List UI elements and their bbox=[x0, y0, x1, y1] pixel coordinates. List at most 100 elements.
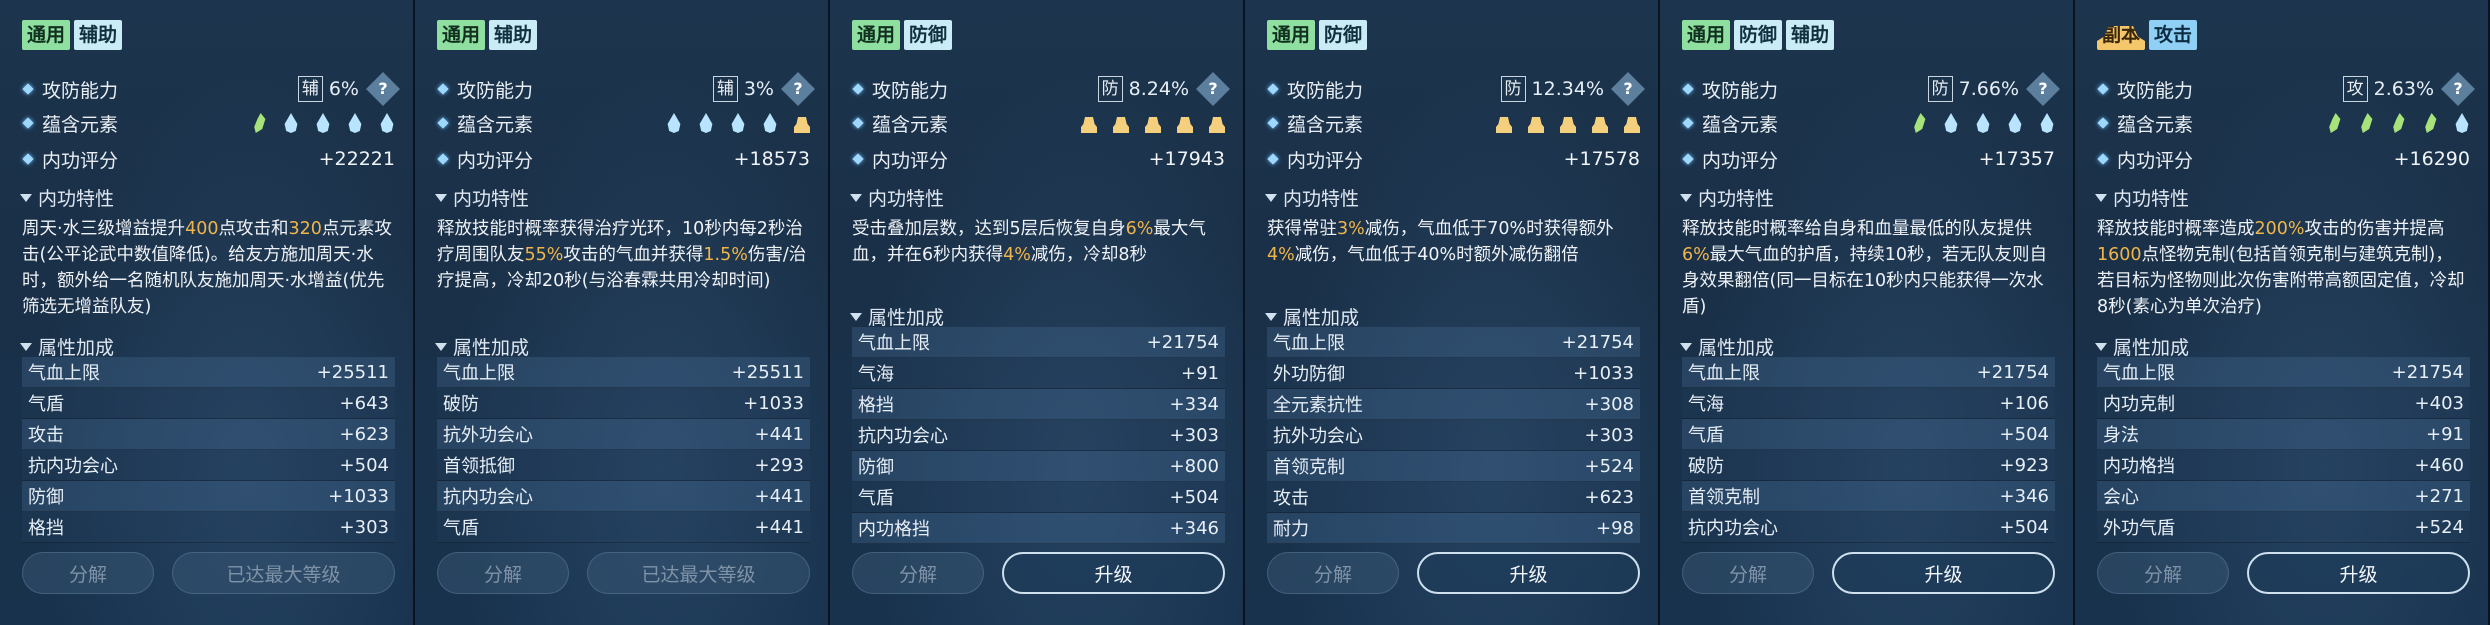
help-icon[interactable]: ? bbox=[2441, 72, 2475, 106]
attribute-name: 首领抵御 bbox=[443, 456, 515, 477]
traits-header[interactable]: 内功特性 bbox=[1676, 184, 1774, 211]
attribute-list: 气血上限 +21754 气海 +106 气盾 +504 破防 +923 首领克制 +346 抗内功会… bbox=[1682, 357, 2055, 543]
attribute-value: +623 bbox=[339, 423, 389, 445]
attack-defense-label-text: 攻防能力 bbox=[872, 79, 949, 102]
attribute-name: 破防 bbox=[443, 394, 479, 415]
attribute-row: 抗外功会心 +441 bbox=[437, 419, 810, 450]
traits-header[interactable]: 内功特性 bbox=[2091, 184, 2189, 211]
attribute-name: 气盾 bbox=[28, 394, 64, 415]
collapse-arrow-icon bbox=[1265, 193, 1277, 202]
upgrade-button[interactable]: 升级 bbox=[1002, 552, 1225, 594]
action-buttons: 分解 升级 bbox=[852, 552, 1225, 594]
attr-bonus-header[interactable]: 属性加成 bbox=[1261, 303, 1359, 330]
attribute-value: +504 bbox=[339, 454, 389, 476]
attribute-value: +25511 bbox=[731, 361, 804, 383]
help-icon[interactable]: ? bbox=[1611, 72, 1645, 106]
attr-bonus-header-text: 属性加成 bbox=[1698, 337, 1775, 359]
split-button[interactable]: 分解 bbox=[1682, 552, 1814, 594]
stat-percent: 3% bbox=[743, 78, 774, 100]
attribute-value: +923 bbox=[1999, 454, 2049, 476]
attribute-row: 抗内功会心 +441 bbox=[437, 481, 810, 512]
traits-header-text: 内功特性 bbox=[1283, 188, 1360, 210]
score-label: 内功评分 bbox=[848, 146, 948, 173]
highlight-value: 55% bbox=[524, 245, 564, 265]
attack-defense-value: 攻 2.63%? bbox=[2342, 72, 2475, 106]
attribute-name: 抗外功会心 bbox=[443, 425, 533, 446]
split-button[interactable]: 分解 bbox=[22, 552, 154, 594]
elements-label: 蕴含元素 bbox=[848, 110, 948, 137]
attribute-value: +1033 bbox=[1573, 362, 1634, 384]
attribute-value: +293 bbox=[754, 454, 804, 476]
help-icon[interactable]: ? bbox=[366, 72, 400, 106]
upgrade-button[interactable]: 升级 bbox=[1417, 552, 1640, 594]
traits-header[interactable]: 内功特性 bbox=[431, 184, 529, 211]
elements-label: 蕴含元素 bbox=[18, 110, 118, 137]
attribute-value: +1033 bbox=[328, 485, 389, 507]
inner-skill-card[interactable]: 通用 防御 攻防能力防 8.24%? 蕴含元素 内功评分 +17943 内功特性 受击叠加层数，… bbox=[830, 0, 1245, 625]
max-level-button[interactable]: 已达最大等级 bbox=[172, 552, 395, 594]
leaf-icon bbox=[254, 113, 266, 133]
upgrade-button[interactable]: 升级 bbox=[1832, 552, 2055, 594]
attr-bonus-header[interactable]: 属性加成 bbox=[431, 333, 529, 360]
stat-type-badge: 攻 bbox=[2342, 76, 2368, 102]
stat-type-badge: 辅 bbox=[297, 76, 323, 102]
attribute-name: 气海 bbox=[858, 364, 894, 385]
traits-header-text: 内功特性 bbox=[38, 188, 115, 210]
attribute-name: 破防 bbox=[1688, 456, 1724, 477]
score-value: +17578 bbox=[1563, 148, 1640, 170]
attack-defense-label: 攻防能力 bbox=[1263, 76, 1363, 103]
max-level-button[interactable]: 已达最大等级 bbox=[587, 552, 810, 594]
attr-bonus-header[interactable]: 属性加成 bbox=[1676, 333, 1774, 360]
help-icon[interactable]: ? bbox=[1196, 72, 1230, 106]
attr-bonus-header-text: 属性加成 bbox=[453, 337, 530, 359]
stat-type-badge: 防 bbox=[1097, 76, 1123, 102]
attack-defense-row: 攻防能力 辅 3%? bbox=[433, 72, 815, 106]
split-button[interactable]: 分解 bbox=[852, 552, 984, 594]
diamond-bullet-icon bbox=[1682, 153, 1694, 165]
split-button[interactable]: 分解 bbox=[1267, 552, 1399, 594]
attribute-value: +441 bbox=[754, 423, 804, 445]
attr-bonus-header-text: 属性加成 bbox=[38, 337, 115, 359]
upgrade-button[interactable]: 升级 bbox=[2247, 552, 2470, 594]
traits-header[interactable]: 内功特性 bbox=[846, 184, 944, 211]
inner-skill-card[interactable]: 通用 防御 辅助 攻防能力 防 7.66%? 蕴含元素 内功评分 +17357 内功特性 释放技能时… bbox=[1660, 0, 2075, 625]
diamond-bullet-icon bbox=[22, 153, 34, 165]
traits-header[interactable]: 内功特性 bbox=[1261, 184, 1359, 211]
element-icons bbox=[2316, 113, 2470, 133]
split-button[interactable]: 分解 bbox=[437, 552, 569, 594]
description-text: 点怪物克制(包括首领克制与建筑克制)，若目标为怪物则此次伤害附带高额固定值，冷却… bbox=[2097, 245, 2465, 317]
help-icon[interactable]: ? bbox=[2026, 72, 2060, 106]
help-icon[interactable]: ? bbox=[781, 72, 815, 106]
traits-header[interactable]: 内功特性 bbox=[16, 184, 114, 211]
attribute-list: 气血上限 +21754 气海 +91 格挡 +334 抗内功会心 +303 防御 +800 气盾 +5… bbox=[852, 327, 1225, 544]
leaf-icon bbox=[2393, 113, 2405, 133]
leaf-icon bbox=[1914, 113, 1926, 133]
attribute-value: +504 bbox=[1169, 486, 1219, 508]
attribute-name: 气血上限 bbox=[1273, 333, 1345, 354]
split-button[interactable]: 分解 bbox=[2097, 552, 2229, 594]
inner-skill-card[interactable]: 副本 攻击 攻防能力 攻 2.63%? 蕴含元素 内功评分 +16290 内功特性 释放技能时概率… bbox=[2075, 0, 2490, 625]
leaf-icon bbox=[2361, 113, 2373, 133]
gold-icon bbox=[1624, 117, 1640, 133]
attr-bonus-header[interactable]: 属性加成 bbox=[16, 333, 114, 360]
attr-bonus-header[interactable]: 属性加成 bbox=[2091, 333, 2189, 360]
score-label-text: 内功评分 bbox=[457, 149, 534, 172]
attribute-name: 全元素抗性 bbox=[1273, 395, 1363, 416]
description-text: 获得常驻 bbox=[1267, 219, 1337, 239]
category-tag: 副本 bbox=[2097, 26, 2146, 50]
elements-row: 蕴含元素 bbox=[1263, 107, 1640, 139]
attribute-row: 攻击 +623 bbox=[22, 419, 395, 450]
attack-defense-row: 攻防能力 辅 6%? bbox=[18, 72, 400, 106]
help-icon-glyph: ? bbox=[1623, 79, 1633, 98]
inner-skill-card[interactable]: 通用 辅助 攻防能力 辅 6%? 蕴含元素 内功评分 +22221 内功特性 周天·水三级增益提升… bbox=[0, 0, 415, 625]
inner-skill-card[interactable]: 通用 辅助 攻防能力 辅 3%? 蕴含元素 内功评分 +18573 内功特性 释放技能时概率获得治… bbox=[415, 0, 830, 625]
highlight-value: 400 bbox=[185, 219, 219, 239]
elements-label: 蕴含元素 bbox=[1263, 110, 1363, 137]
collapse-arrow-icon bbox=[850, 312, 862, 321]
element-icons bbox=[1071, 113, 1225, 133]
attribute-name: 身法 bbox=[2103, 425, 2139, 446]
inner-skill-card[interactable]: 通用 防御 攻防能力 防 12.34%? 蕴含元素 内功评分 +17578 内功特性 获得常驻3%… bbox=[1245, 0, 1660, 625]
attribute-row: 气海 +91 bbox=[852, 358, 1225, 389]
attr-bonus-header[interactable]: 属性加成 bbox=[846, 303, 944, 330]
attribute-name: 抗内功会心 bbox=[443, 487, 533, 508]
